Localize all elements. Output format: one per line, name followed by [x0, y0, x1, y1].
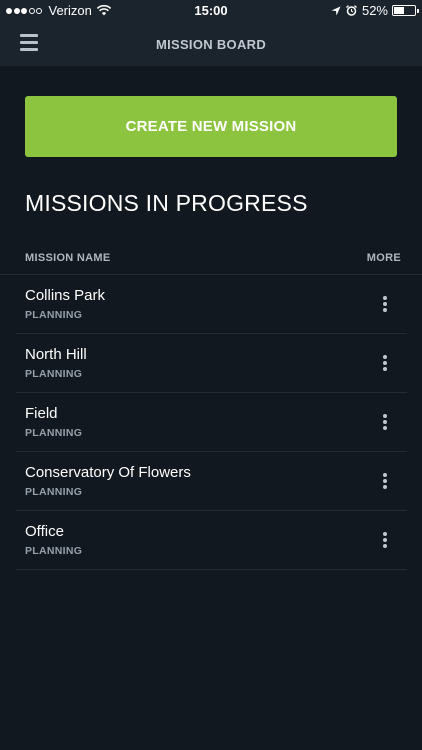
battery-percent: 52%: [361, 3, 388, 18]
create-new-mission-button[interactable]: CREATE NEW MISSION: [25, 96, 397, 157]
mission-status: PLANNING: [25, 486, 83, 498]
mission-row[interactable]: Conservatory Of Flowers PLANNING: [16, 452, 407, 511]
more-options-icon[interactable]: [375, 529, 395, 551]
mission-status: PLANNING: [25, 545, 83, 557]
more-options-icon[interactable]: [375, 293, 395, 315]
nav-bar: MISSION BOARD: [0, 22, 422, 66]
mission-row[interactable]: Collins Park PLANNING: [16, 275, 407, 334]
mission-status: PLANNING: [25, 368, 83, 380]
mission-list: Collins Park PLANNING North Hill PLANNIN…: [16, 275, 407, 570]
mission-name: Office: [25, 523, 64, 540]
column-header-mission-name: MISSION NAME: [25, 252, 111, 264]
mission-row[interactable]: Field PLANNING: [16, 393, 407, 452]
section-title: MISSIONS IN PROGRESS: [25, 190, 308, 216]
more-options-icon[interactable]: [375, 470, 395, 492]
alarm-icon: [346, 5, 357, 16]
status-bar: Verizon 15:00 52%: [0, 0, 422, 22]
battery-icon: [392, 5, 419, 16]
mission-name: Collins Park: [25, 287, 106, 304]
status-right: 52%: [326, 3, 419, 18]
location-arrow-icon: [331, 6, 341, 15]
column-header-more: MORE: [366, 252, 401, 264]
mission-row[interactable]: North Hill PLANNING: [16, 334, 407, 393]
mission-row[interactable]: Office PLANNING: [16, 511, 407, 570]
mission-status: PLANNING: [25, 427, 83, 439]
mission-name: North Hill: [25, 346, 87, 363]
mission-name: Conservatory Of Flowers: [25, 464, 191, 481]
list-header: MISSION NAME MORE: [25, 252, 401, 264]
more-options-icon[interactable]: [375, 352, 395, 374]
mission-status: PLANNING: [25, 309, 83, 321]
page-title: MISSION BOARD: [155, 37, 267, 52]
more-options-icon[interactable]: [375, 411, 395, 433]
mission-name: Field: [25, 405, 58, 422]
